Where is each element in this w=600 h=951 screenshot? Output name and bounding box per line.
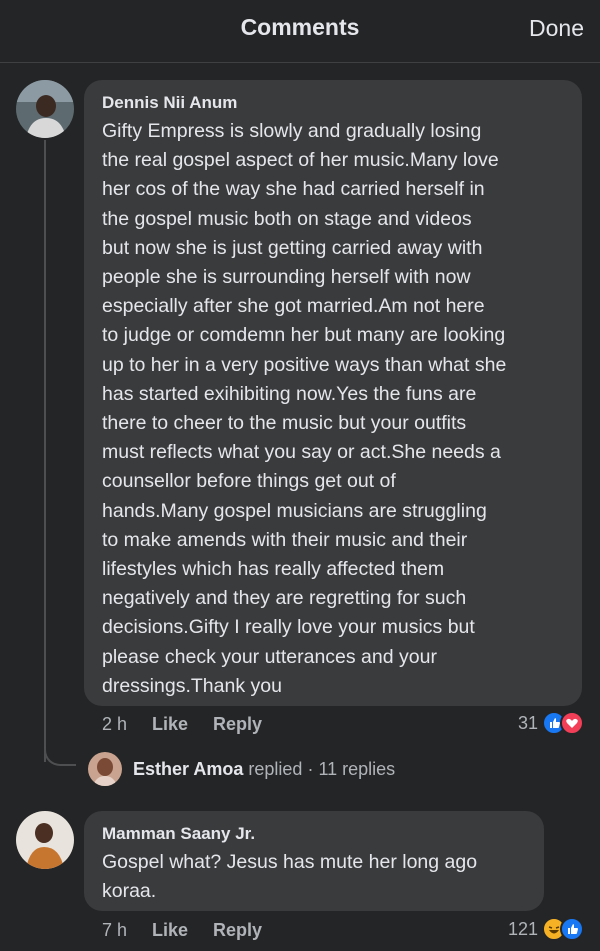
comment-time: 7 h xyxy=(102,920,128,940)
reply-count: · 11 replies xyxy=(307,759,396,779)
like-icon xyxy=(560,917,584,941)
comment-author[interactable]: Dennis Nii Anum xyxy=(102,93,237,113)
reaction-summary[interactable]: 31 xyxy=(518,711,584,735)
replier-name: Esther Amoa xyxy=(133,759,244,779)
avatar[interactable] xyxy=(16,80,74,138)
comment-author[interactable]: Mamman Saany Jr. xyxy=(102,824,255,844)
comment-time: 2 h xyxy=(102,714,128,734)
comment-text: Gifty Empress is slowly and gradually lo… xyxy=(102,120,507,697)
avatar[interactable] xyxy=(16,811,74,869)
reply-button[interactable]: Reply xyxy=(213,714,262,735)
thread-line xyxy=(44,140,46,762)
reply-button[interactable]: Reply xyxy=(213,920,262,941)
reaction-summary[interactable]: 121 xyxy=(508,917,584,941)
view-replies-link[interactable]: Esther Amoa replied · 11 replies xyxy=(133,759,395,780)
comment-bubble[interactable]: Dennis Nii Anum Gifty Empress is slowly … xyxy=(84,80,582,706)
reaction-count: 31 xyxy=(517,712,538,733)
like-button[interactable]: Like xyxy=(152,920,188,941)
done-button[interactable]: Done xyxy=(529,15,584,42)
reaction-count: 121 xyxy=(507,918,538,939)
replied-verb: replied xyxy=(248,759,303,779)
header-divider xyxy=(0,62,600,63)
reply-avatar[interactable] xyxy=(88,752,122,786)
comment-bubble[interactable]: Mamman Saany Jr. Gospel what? Jesus has … xyxy=(84,811,544,911)
comment-text: Gospel what? Jesus has mute her long ago… xyxy=(102,851,478,903)
love-icon xyxy=(560,711,584,735)
thread-line-curve xyxy=(44,740,76,766)
header-title: Comments xyxy=(240,14,360,40)
like-button[interactable]: Like xyxy=(152,714,188,735)
comments-header: Comments Done xyxy=(0,0,600,62)
